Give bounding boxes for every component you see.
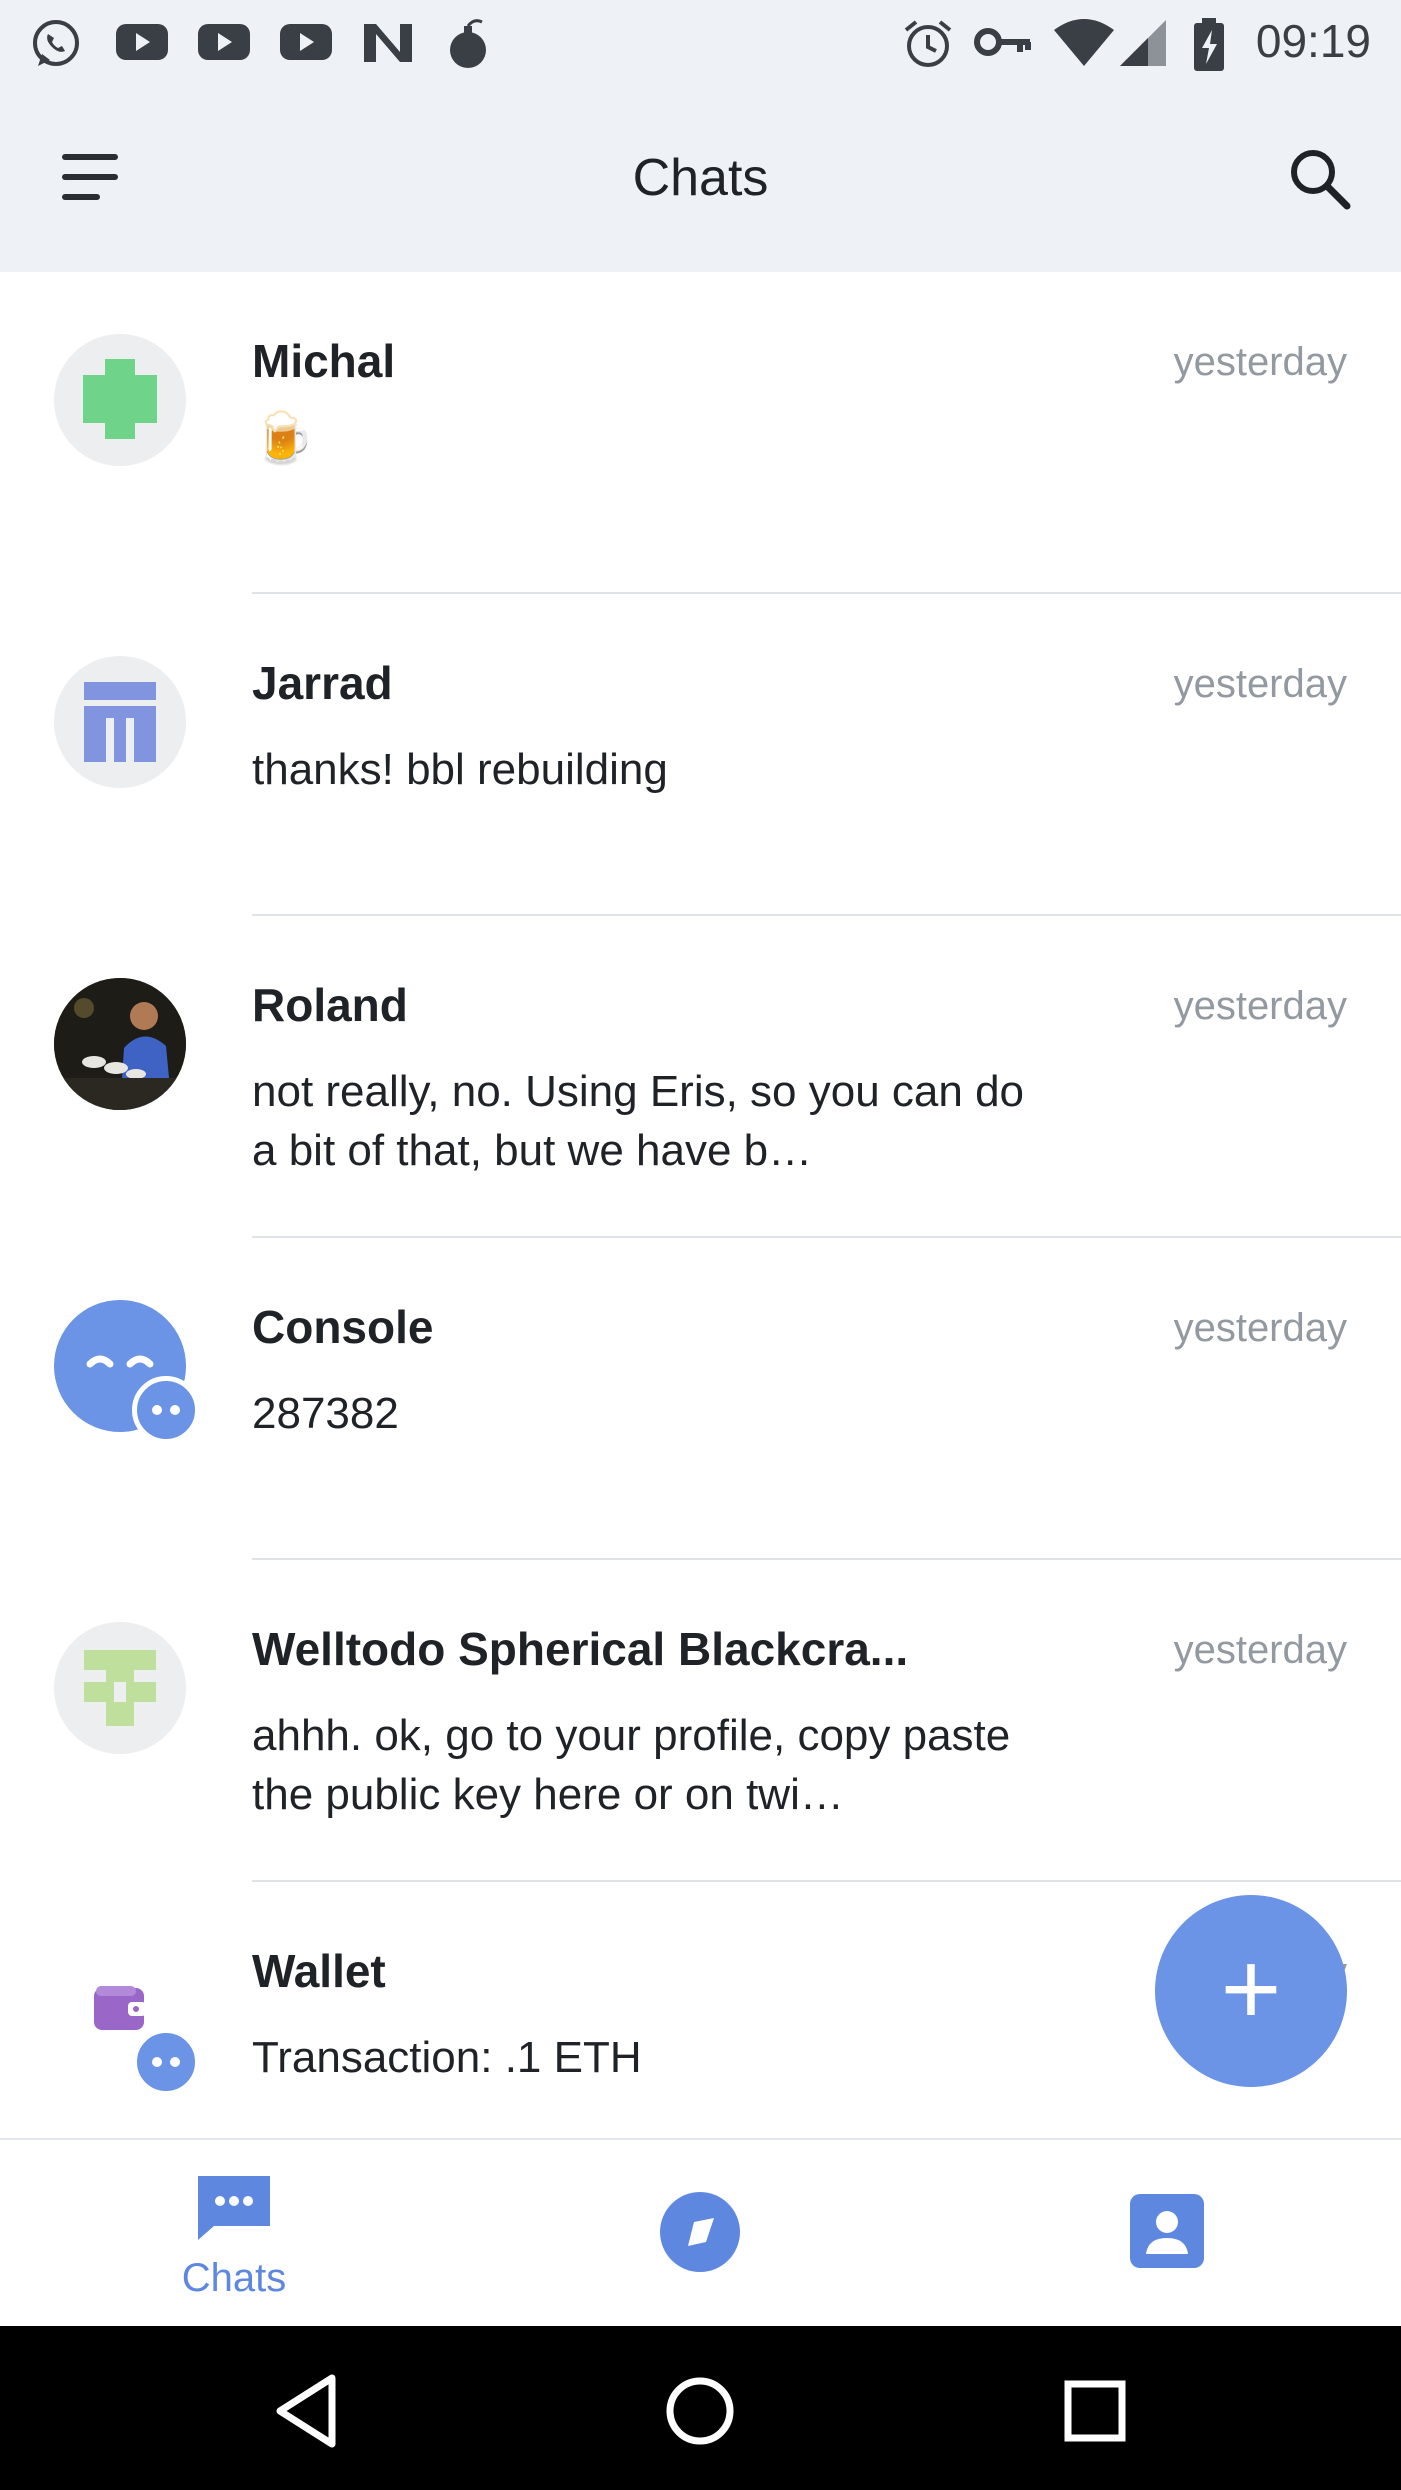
identicon-green-icon: [83, 359, 157, 439]
n-app-icon: [364, 24, 412, 62]
page-title: Chats: [632, 149, 769, 207]
wifi-icon: [1054, 19, 1114, 66]
identicon-lime-icon: [84, 1650, 156, 1726]
alarm-icon: [904, 20, 952, 67]
home-icon[interactable]: [655, 2366, 745, 2456]
signal-icon: [1120, 20, 1166, 66]
bomb-icon: [450, 19, 486, 68]
chat-time: yesterday: [1173, 1628, 1347, 1672]
badge-dot: [152, 2057, 162, 2067]
chat-last-message: ahhh. ok, go to your profile, copy paste…: [252, 1711, 1011, 1819]
chat-time: yesterday: [1173, 340, 1347, 384]
chat-name: Roland: [252, 979, 408, 1031]
tab-chats[interactable]: Chats: [84, 2140, 384, 2328]
bottom-navigation: Chats: [0, 2138, 1401, 2328]
status-bar: 09:19: [0, 0, 1401, 82]
avatar: [54, 1622, 186, 1754]
bot-badge: [132, 1376, 200, 1444]
chat-item-michal[interactable]: Michal yesterday 🍺: [0, 272, 1401, 594]
recents-icon[interactable]: [1050, 2366, 1140, 2456]
tab-chats-label: Chats: [181, 2256, 287, 2300]
chat-name: Wallet: [252, 1945, 386, 1997]
chat-item-roland[interactable]: Roland yesterday not really, no. Using E…: [0, 916, 1401, 1238]
avatar: [54, 978, 186, 1110]
key-icon: [974, 28, 1031, 56]
chat-name: Michal: [252, 335, 396, 387]
chat-name: Console: [252, 1301, 434, 1353]
chat-item-welltodo[interactable]: Welltodo Spherical Blackcra... yesterday…: [0, 1560, 1401, 1882]
system-navigation-bar: [0, 2326, 1401, 2490]
search-icon[interactable]: [1287, 146, 1353, 212]
chat-last-message: not really, no. Using Eris, so you can d…: [252, 1067, 1025, 1175]
avatar: [54, 1300, 200, 1444]
discover-icon: [660, 2192, 740, 2272]
profile-icon: [1130, 2194, 1204, 2268]
bot-badge: [132, 2028, 200, 2096]
new-chat-button[interactable]: +: [1155, 1895, 1347, 2087]
chat-name: Jarrad: [252, 657, 393, 709]
chat-list: Michal yesterday 🍺 Jarrad yesterday than…: [0, 272, 1401, 2134]
youtube-icon: [280, 24, 332, 60]
tab-profile[interactable]: [1018, 2140, 1318, 2328]
battery-charging-icon: [1194, 18, 1224, 71]
chat-last-message: thanks! bbl rebuilding: [252, 745, 668, 794]
avatar: [54, 1944, 200, 2096]
youtube-icon: [198, 24, 250, 60]
back-icon[interactable]: [262, 2366, 352, 2456]
chat-last-message: Transaction: .1 ETH: [252, 2033, 642, 2082]
user-photo-icon: [54, 978, 186, 1110]
whatsapp-icon: [33, 20, 79, 66]
chat-time: yesterday: [1173, 662, 1347, 706]
plus-icon: +: [1220, 1931, 1282, 2047]
tab-discover[interactable]: [550, 2140, 850, 2328]
chat-item-console[interactable]: Console yesterday 287382: [0, 1238, 1401, 1560]
clock: 09:19: [1255, 15, 1371, 67]
youtube-icon: [116, 24, 168, 60]
chat-last-message: 287382: [252, 1389, 399, 1438]
avatar: [54, 656, 186, 788]
badge-dot: [170, 1405, 180, 1415]
chat-time: yesterday: [1173, 984, 1347, 1028]
badge-dot: [170, 2057, 180, 2067]
chat-time: yesterday: [1173, 1306, 1347, 1350]
identicon-blue-icon: [84, 682, 156, 762]
badge-dot: [152, 1405, 162, 1415]
chat-last-message: 🍺: [252, 410, 315, 466]
chats-icon: [198, 2176, 270, 2240]
chat-item-jarrad[interactable]: Jarrad yesterday thanks! bbl rebuilding: [0, 594, 1401, 916]
chat-name: Welltodo Spherical Blackcra...: [252, 1623, 909, 1675]
avatar: [54, 334, 186, 466]
app-bar: Chats: [0, 82, 1401, 272]
